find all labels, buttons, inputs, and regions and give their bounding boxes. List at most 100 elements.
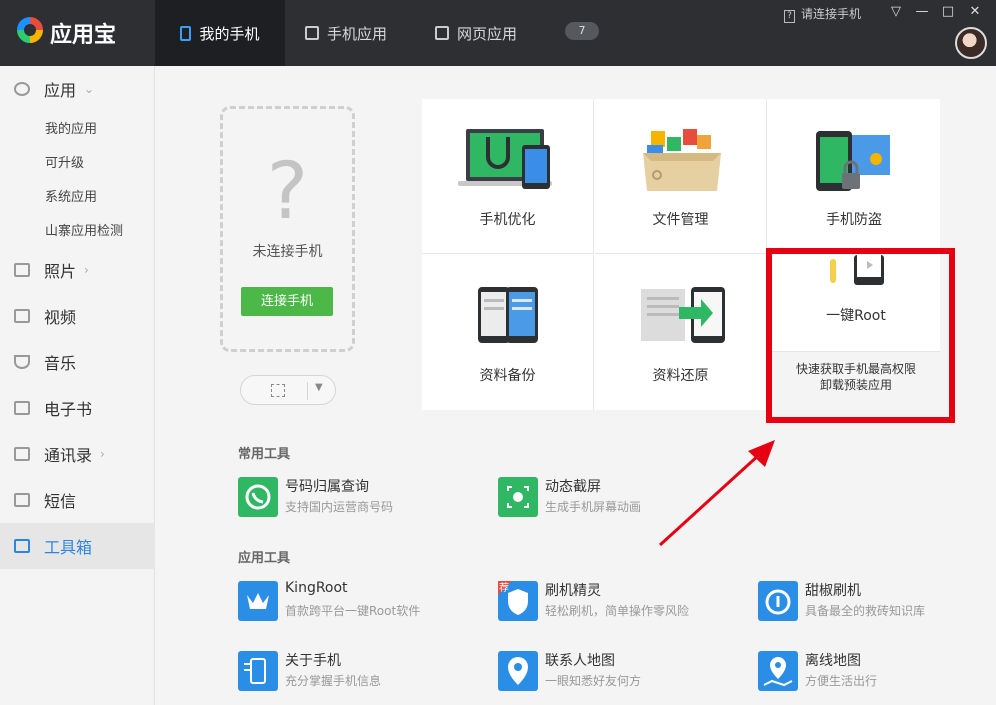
chevron-down-icon: ⌄: [84, 82, 95, 96]
tool-file-manager[interactable]: 文件管理: [595, 99, 767, 254]
tab-web-apps[interactable]: 网页应用: [435, 0, 517, 66]
music-icon: [14, 355, 30, 369]
phone-icon: [180, 25, 192, 41]
pepper-icon: [758, 581, 798, 621]
tab-phone-apps[interactable]: 手机应用: [305, 0, 387, 66]
util-number-lookup[interactable]: 号码归属查询 支持国内运营商号码: [238, 477, 438, 517]
util-name: 离线地图: [805, 653, 861, 669]
tool-data-restore[interactable]: 资料还原: [595, 255, 767, 410]
tool-phone-optimize[interactable]: 手机优化: [422, 99, 594, 254]
sidebar-item-apps[interactable]: 应用 ⌄: [0, 66, 155, 112]
toolbox-icon: [14, 539, 30, 553]
tool-label: 手机优化: [479, 212, 536, 228]
contacts-icon: [14, 447, 30, 461]
tab-my-phone[interactable]: 我的手机: [155, 0, 285, 66]
util-name: 动态截屏: [545, 479, 601, 495]
util-name: 甜椒刷机: [805, 583, 861, 599]
tool-label: 资料还原: [652, 368, 709, 384]
tab-web-apps-label: 网页应用: [457, 24, 518, 43]
phone-placeholder-card: ? 未连接手机 连接手机: [220, 106, 355, 352]
sidebar-sub-my-apps[interactable]: 我的应用: [45, 118, 97, 137]
util-desc: 充分掌握手机信息: [285, 674, 382, 688]
app-logo-center: [24, 24, 36, 36]
section-title-app-tools: 应用工具: [238, 551, 291, 566]
tab-phone-apps-label: 手机应用: [327, 24, 388, 43]
phone-info-icon: [238, 651, 278, 691]
util-desc: 首款跨平台一键Root软件: [285, 604, 421, 618]
util-about-phone[interactable]: 关于手机 充分掌握手机信息: [238, 651, 438, 691]
screen-record-icon: [498, 477, 538, 517]
tool-data-backup[interactable]: 资料备份: [422, 255, 594, 410]
tool-anti-theft[interactable]: 手机防盗: [768, 99, 940, 254]
sidebar-item-music[interactable]: 音乐: [0, 339, 155, 385]
file-box-icon: [643, 129, 721, 191]
sidebar-item-sms[interactable]: 短信: [0, 477, 155, 523]
sidebar-item-label: 电子书: [44, 400, 93, 419]
util-flash-wizard[interactable]: 荐 刷机精灵 轻松刷机，简单操作零风险: [498, 581, 718, 621]
sidebar-item-label: 工具箱: [44, 538, 93, 557]
highlight-annotation-box: [766, 248, 955, 423]
webpage-icon: [435, 26, 449, 40]
util-name: 号码归属查询: [285, 479, 369, 495]
sidebar-item-ebook[interactable]: 电子书: [0, 385, 155, 431]
sidebar: 应用 ⌄ 我的应用 可升级 系统应用 山寨应用检测 照片 › 视频 音乐 电子书…: [0, 66, 155, 705]
sidebar-item-label: 应用: [44, 81, 77, 100]
message-badge[interactable]: 7: [565, 22, 599, 40]
tool-label: 资料备份: [479, 368, 536, 384]
sidebar-sub-upgradable[interactable]: 可升级: [45, 152, 84, 171]
video-icon: [14, 309, 30, 323]
util-desc: 支持国内运营商号码: [285, 500, 394, 514]
title-bar: 应用宝 我的手机 手机应用 网页应用 7 ? 请连接手机 ▽ — □ ✕: [0, 0, 996, 66]
avatar[interactable]: [955, 27, 987, 59]
phone-lock-icon: [816, 131, 890, 191]
maximize-button[interactable]: □: [939, 4, 957, 19]
chevron-right-icon: ›: [100, 447, 105, 461]
dropdown-arrow-icon[interactable]: ▼: [315, 382, 323, 393]
sidebar-item-label: 照片: [44, 262, 77, 281]
util-name: 联系人地图: [545, 653, 615, 669]
util-name: KingRoot: [285, 580, 348, 596]
connect-phone-button[interactable]: 连接手机: [241, 287, 333, 316]
section-title-common-tools: 常用工具: [238, 447, 291, 462]
util-desc: 生成手机屏幕动画: [545, 500, 642, 514]
connect-phone-hint[interactable]: ? 请连接手机: [784, 5, 861, 23]
tool-label: 手机防盗: [826, 212, 882, 228]
sidebar-item-label: 短信: [44, 492, 77, 511]
minimize-button[interactable]: —: [913, 4, 931, 19]
util-desc: 轻松刷机，简单操作零风险: [545, 604, 690, 618]
sidebar-item-label: 通讯录: [44, 446, 93, 465]
sms-icon: [14, 493, 30, 507]
util-desc: 具备最全的救砖知识库: [805, 604, 926, 618]
crown-icon: [238, 581, 278, 621]
util-contact-map[interactable]: 联系人地图 一眼知悉好友何方: [498, 651, 698, 691]
tool-label: 文件管理: [652, 212, 709, 228]
util-pepper-flash[interactable]: 甜椒刷机 具备最全的救砖知识库: [758, 581, 958, 621]
question-mark-icon: ?: [266, 147, 309, 237]
sidebar-item-label: 音乐: [44, 354, 77, 373]
util-name: 刷机精灵: [545, 583, 601, 599]
apps-icon: [14, 82, 30, 96]
close-button[interactable]: ✕: [966, 4, 984, 19]
phone-outline-icon: ?: [784, 10, 795, 23]
sidebar-item-toolbox[interactable]: 工具箱: [0, 523, 155, 569]
sidebar-item-label: 视频: [44, 308, 77, 327]
sidebar-item-video[interactable]: 视频: [0, 293, 155, 339]
util-dynamic-screenshot[interactable]: 动态截屏 生成手机屏幕动画: [498, 477, 698, 517]
sidebar-item-photos[interactable]: 照片 ›: [0, 247, 155, 293]
menu-icon[interactable]: ▽: [887, 4, 905, 19]
recommend-badge: 荐: [499, 583, 509, 594]
util-name: 关于手机: [285, 653, 341, 669]
phone-call-icon: [238, 477, 278, 517]
util-desc: 一眼知悉好友何方: [545, 674, 642, 688]
stethoscope-laptop-icon: [458, 129, 552, 189]
chevron-right-icon: ›: [84, 263, 89, 277]
util-offline-map[interactable]: 离线地图 方便生活出行: [758, 651, 958, 691]
sidebar-sub-fake-app-check[interactable]: 山寨应用检测: [45, 220, 123, 239]
divider: [307, 382, 308, 400]
sidebar-item-contacts[interactable]: 通讯录 ›: [0, 431, 155, 477]
sidebar-sub-system-apps[interactable]: 系统应用: [45, 186, 97, 205]
util-kingroot[interactable]: KingRoot 首款跨平台一键Root软件: [238, 580, 458, 621]
photo-icon: [14, 263, 30, 277]
screenshot-control[interactable]: ▼: [240, 375, 336, 405]
book-icon: [14, 401, 30, 415]
